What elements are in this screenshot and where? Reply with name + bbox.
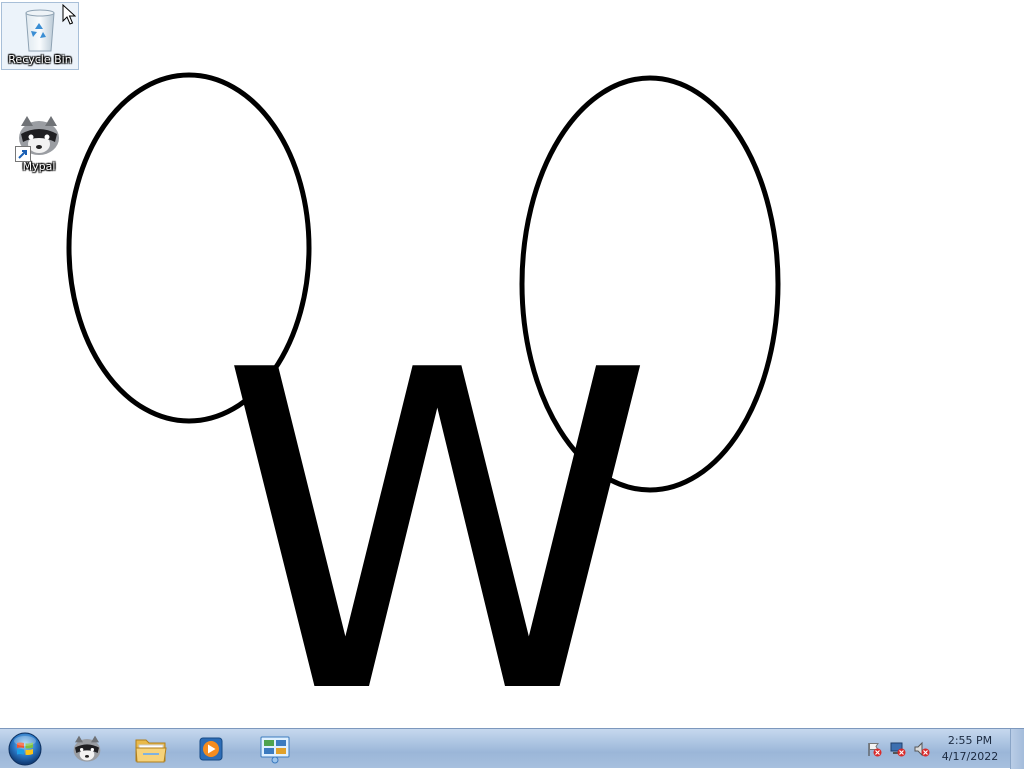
control-panel-icon [260, 736, 290, 764]
taskbar: 2:55 PM 4/17/2022 [0, 728, 1024, 769]
volume-muted-icon[interactable] [914, 741, 930, 757]
raccoon-icon [73, 735, 101, 762]
mouse-cursor-icon [62, 4, 76, 25]
taskbar-control-panel-button[interactable] [248, 731, 302, 767]
start-button[interactable] [6, 731, 44, 767]
show-desktop-button[interactable] [1010, 729, 1024, 769]
desktop[interactable]: W Recycle Bin Mypal [0, 0, 1024, 728]
desktop-icon-mypal[interactable]: Mypal [1, 110, 77, 176]
taskbar-clock[interactable]: 2:55 PM 4/17/2022 [938, 733, 1002, 765]
windows-start-orb-icon [8, 732, 42, 766]
desktop-icon-label: Recycle Bin [8, 53, 72, 66]
taskbar-explorer-button[interactable] [124, 731, 178, 767]
wallpaper-letter: W [219, 278, 654, 728]
media-player-icon [199, 737, 223, 761]
clock-time: 2:55 PM [947, 734, 993, 747]
clock-date: 4/17/2022 [941, 750, 999, 763]
shortcut-arrow-icon [15, 146, 31, 162]
wallpaper: W [66, 72, 781, 728]
taskbar-mypal-button[interactable] [60, 731, 114, 767]
action-center-flag-icon[interactable] [866, 741, 882, 757]
raccoon-icon [15, 112, 63, 162]
network-icon[interactable] [890, 741, 906, 757]
desktop-icon-label: Mypal [22, 160, 56, 173]
folder-icon [135, 739, 167, 763]
recycle-bin-icon [16, 5, 64, 53]
taskbar-media-player-button[interactable] [184, 731, 238, 767]
system-tray: 2:55 PM 4/17/2022 [854, 729, 1024, 769]
